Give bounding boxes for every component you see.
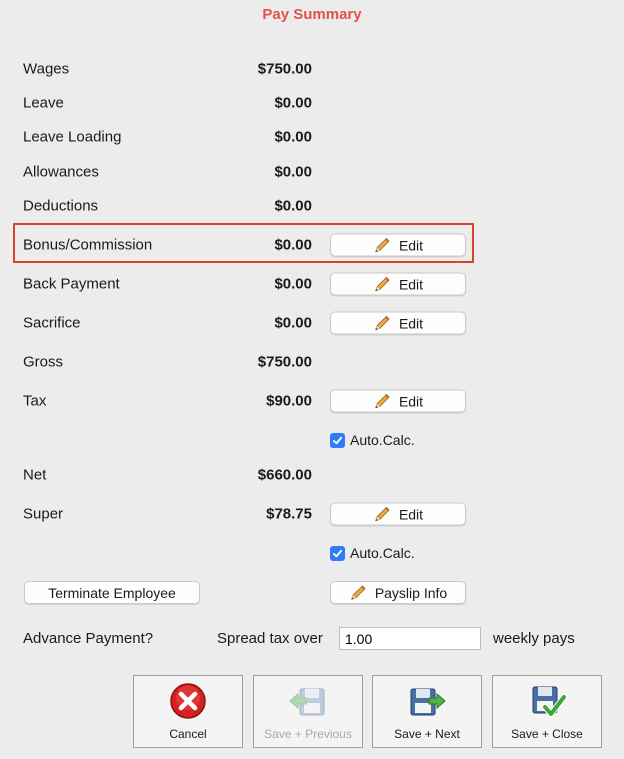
tax-auto-calc-checkbox[interactable]: Auto.Calc. bbox=[330, 430, 415, 450]
row-leave-loading: Leave Loading $0.00 bbox=[0, 122, 624, 152]
payslip-label: Payslip Info bbox=[374, 584, 448, 601]
row-amount: $0.00 bbox=[274, 275, 312, 293]
row-label: Bonus/Commission bbox=[23, 236, 153, 254]
save-close-icon bbox=[532, 686, 567, 717]
row-super: Super $78.75 Edit bbox=[0, 499, 624, 529]
row-amount: $78.75 bbox=[266, 505, 312, 523]
pencil-icon bbox=[350, 584, 366, 600]
page-title: Pay Summary bbox=[262, 6, 362, 23]
advance-payment-label: Advance Payment? bbox=[23, 630, 154, 647]
row-sacrifice: Sacrifice $0.00 Edit bbox=[0, 308, 624, 338]
edit-bonus-button[interactable]: Edit bbox=[330, 233, 466, 257]
weekly-pays-label: weekly pays bbox=[493, 630, 575, 647]
row-net: Net $660.00 bbox=[0, 460, 624, 490]
row-amount: $750.00 bbox=[257, 60, 312, 78]
pencil-icon bbox=[375, 393, 390, 408]
edit-super-button[interactable]: Edit bbox=[330, 502, 466, 526]
row-deductions: Deductions $0.00 bbox=[0, 191, 624, 221]
save-previous-button[interactable]: Save + Previous bbox=[253, 675, 363, 748]
edit-back-payment-button[interactable]: Edit bbox=[330, 272, 466, 296]
row-label: Super bbox=[23, 505, 64, 523]
save-close-label: Save + Close bbox=[511, 727, 583, 741]
row-label: Leave bbox=[23, 94, 64, 112]
save-previous-label: Save + Previous bbox=[264, 727, 352, 741]
pencil-icon bbox=[375, 315, 390, 330]
row-label: Allowances bbox=[23, 163, 99, 181]
row-amount: $0.00 bbox=[274, 236, 312, 254]
row-label: Wages bbox=[23, 60, 70, 78]
edit-sacrifice-button[interactable]: Edit bbox=[330, 311, 466, 335]
save-next-button[interactable]: Save + Next bbox=[372, 675, 482, 748]
edit-label: Edit bbox=[398, 276, 424, 292]
cancel-label: Cancel bbox=[169, 727, 207, 741]
checkbox-checked-icon bbox=[330, 432, 345, 448]
row-amount: $0.00 bbox=[274, 314, 312, 332]
checkbox-checked-icon bbox=[330, 545, 345, 561]
row-tax: Tax $90.00 Edit bbox=[0, 386, 624, 416]
cancel-button[interactable]: Cancel bbox=[133, 675, 243, 748]
save-next-icon bbox=[410, 688, 446, 716]
spread-tax-label: Spread tax over bbox=[217, 630, 323, 647]
super-auto-calc-checkbox[interactable]: Auto.Calc. bbox=[330, 543, 415, 563]
edit-tax-button[interactable]: Edit bbox=[330, 389, 466, 413]
auto-calc-label: Auto.Calc. bbox=[350, 432, 415, 448]
row-label: Sacrifice bbox=[23, 314, 81, 332]
terminate-label: Terminate Employee bbox=[48, 584, 176, 601]
row-label: Back Payment bbox=[23, 275, 120, 293]
row-leave: Leave $0.00 bbox=[0, 88, 624, 118]
edit-label: Edit bbox=[398, 393, 424, 409]
edit-label: Edit bbox=[398, 237, 424, 253]
save-next-label: Save + Next bbox=[394, 727, 460, 741]
pencil-icon bbox=[375, 276, 390, 291]
row-amount: $750.00 bbox=[257, 353, 312, 371]
spread-tax-input[interactable] bbox=[339, 627, 481, 650]
row-amount: $90.00 bbox=[266, 392, 312, 410]
row-allowances: Allowances $0.00 bbox=[0, 157, 624, 187]
row-amount: $0.00 bbox=[274, 163, 312, 181]
row-label: Gross bbox=[23, 353, 64, 371]
row-bonus-commission: Bonus/Commission $0.00 Edit bbox=[0, 230, 624, 260]
edit-label: Edit bbox=[398, 315, 424, 331]
terminate-employee-button[interactable]: Terminate Employee bbox=[24, 581, 200, 604]
row-amount: $0.00 bbox=[274, 94, 312, 112]
row-back-payment: Back Payment $0.00 Edit bbox=[0, 269, 624, 299]
cancel-x-icon bbox=[170, 683, 206, 719]
row-label: Leave Loading bbox=[23, 128, 122, 146]
row-gross: Gross $750.00 bbox=[0, 347, 624, 377]
pencil-icon bbox=[375, 237, 390, 252]
pencil-icon bbox=[375, 506, 390, 521]
row-amount: $0.00 bbox=[274, 197, 312, 215]
row-label: Tax bbox=[23, 392, 47, 410]
save-previous-icon bbox=[289, 688, 325, 716]
row-amount: $660.00 bbox=[257, 466, 312, 484]
row-wages: Wages $750.00 bbox=[0, 54, 624, 84]
edit-label: Edit bbox=[398, 506, 424, 522]
auto-calc-label: Auto.Calc. bbox=[350, 545, 415, 561]
row-label: Deductions bbox=[23, 197, 99, 215]
payslip-info-button[interactable]: Payslip Info bbox=[330, 581, 466, 604]
save-close-button[interactable]: Save + Close bbox=[492, 675, 602, 748]
row-label: Net bbox=[23, 466, 47, 484]
row-amount: $0.00 bbox=[274, 128, 312, 146]
